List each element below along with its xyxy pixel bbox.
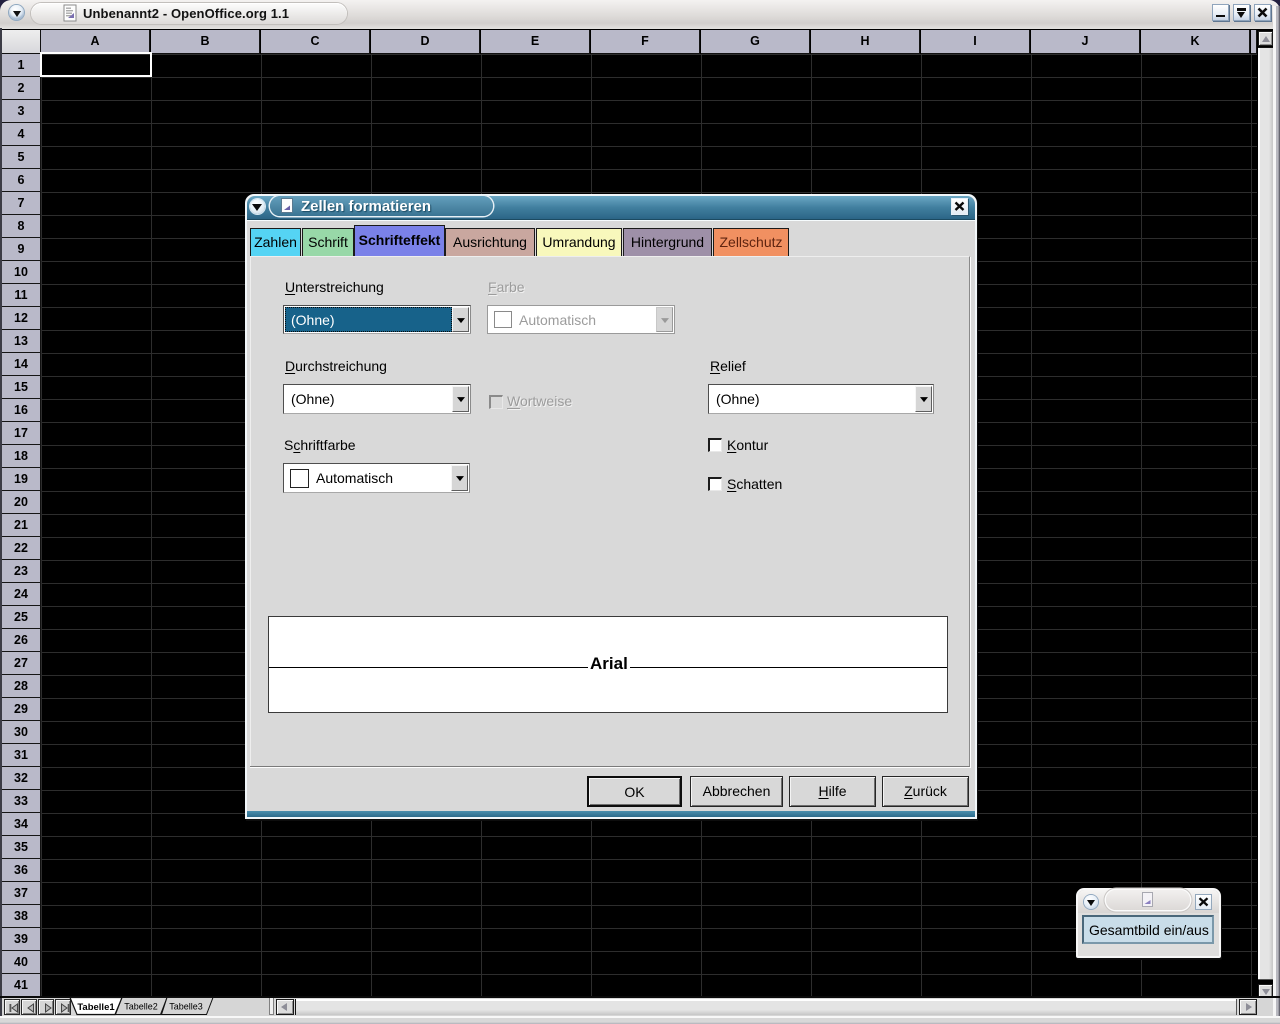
svg-text:Tabelle1: Tabelle1 [77, 1002, 115, 1013]
svg-text:Tabelle3: Tabelle3 [169, 1002, 203, 1012]
svg-text:Tabelle2: Tabelle2 [124, 1002, 158, 1012]
